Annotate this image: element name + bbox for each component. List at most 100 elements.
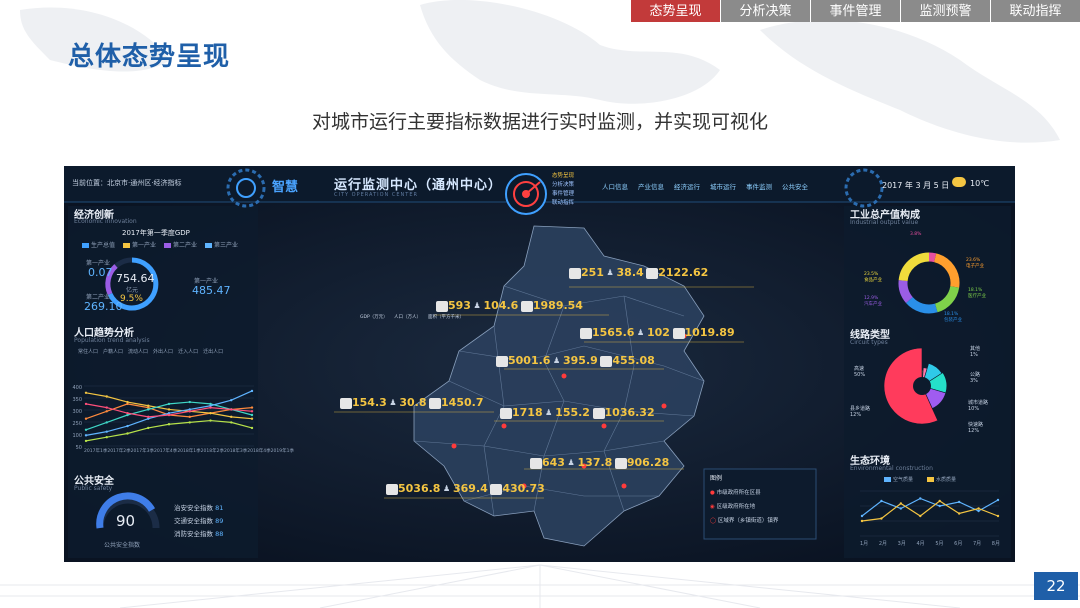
ring-menu-item-events[interactable]: 事件管理 [552, 190, 574, 199]
data-point-1-2 [126, 400, 129, 404]
dashboard-title: 运行监测中心（通州中心） [334, 178, 503, 193]
population-subtitle: Population trend analysis [74, 337, 150, 344]
data-point-1-0 [84, 391, 88, 394]
top-menu-population[interactable]: 人口信息 [602, 181, 628, 191]
y-tick: 50 [75, 445, 82, 451]
person-icon: ♟ [567, 457, 575, 467]
data-point-0-0 [84, 417, 88, 420]
map-legend-item: ● 市级政府所在区县 [710, 490, 761, 496]
industry-label-other: 3.8% [910, 232, 922, 237]
person-icon: ♟ [637, 327, 645, 337]
top-menu-safety[interactable]: 公共安全 [782, 181, 808, 191]
top-menu-events[interactable]: 事件监测 [746, 181, 772, 191]
legend-swatch-icon [82, 243, 89, 248]
x-tick: 2月 [878, 541, 888, 547]
data-point-2-3 [147, 408, 150, 411]
x-tick: 8月 [991, 541, 1000, 547]
data-point-3-2 [126, 424, 129, 428]
nav-tab-situation[interactable]: 态势呈现 [630, 0, 720, 22]
industry-donut-chart [898, 252, 960, 314]
region-stat-2[interactable]: 1565.6 ♟ 102 1019.89 [580, 326, 735, 340]
ring-menu-item-analysis[interactable]: 分析决策 [552, 181, 574, 190]
person-icon: ♟ [553, 355, 561, 365]
area-icon [592, 408, 605, 419]
population-x-axis: 2017年1季 2017年2季 2017年3季 2017年4季 2018年1季 … [84, 448, 294, 454]
region-stat-4[interactable]: 154.3 ♟ 30.8 1450.7 [340, 396, 483, 410]
x-tick: 2017年1季 [84, 449, 108, 454]
region-stat-5[interactable]: 1718 ♟ 155.2 1036.32 [500, 406, 655, 420]
data-point-0-6 [977, 509, 980, 513]
safety-subtitle: Public safety [74, 485, 113, 492]
population-line-chart [84, 389, 254, 443]
ecology-legend: 空气质量 水质质量 [884, 476, 956, 483]
safety-score: 90 [116, 512, 136, 530]
ring-menu: 态势呈现 分析决策 事件管理 联动指挥 [552, 172, 574, 208]
data-point-5-6 [209, 419, 212, 422]
map-legend: ● 市级政府所在区县 ◉ 区级政府所在地 ◯ 区域界（乡镇街道）镇界 [710, 486, 778, 528]
donut-slice-0 [928, 252, 937, 263]
x-tick: 2018年4季 [247, 449, 271, 454]
data-point-1-8 [250, 417, 254, 420]
data-point-2-1 [105, 421, 108, 424]
donut-slice-1 [933, 253, 960, 288]
data-point-4-1 [105, 406, 108, 409]
data-point-3-8 [250, 389, 254, 393]
data-point-1-7 [230, 415, 233, 419]
region-stat-7[interactable]: 5036.8 ♟ 369.4 430.73 [386, 482, 545, 496]
region-stat-0[interactable]: 251 ♟ 38.4 2122.62 [569, 266, 708, 280]
data-point-1-6 [977, 507, 980, 510]
x-tick: 2017年3季 [130, 449, 154, 454]
map-area-label: 面积（平方千米） [428, 315, 464, 320]
industry-label-medical: 18.1% 医疗产业 [968, 288, 986, 299]
gdp-legend-secondary: 第二产业 [164, 240, 197, 249]
x-tick: 3月 [897, 541, 906, 547]
gdp-legend-primary: 第一产业 [123, 240, 156, 249]
slide-subtitle: 对城市运行主要指标数据进行实时监测，并实现可视化 [311, 111, 768, 133]
ring-menu-item-command[interactable]: 联动指挥 [552, 199, 574, 208]
area-icon [614, 458, 627, 469]
data-point-5-0 [84, 439, 88, 443]
gdp-growth: 9.5% [120, 294, 143, 304]
data-point-5-5 [188, 421, 191, 424]
person-icon: ♟ [443, 483, 451, 493]
roads-label-express: 快速路 12% [968, 422, 984, 434]
donut-slice-4 [898, 280, 913, 304]
data-point-0-7 [996, 498, 1000, 502]
person-icon: ♟ [606, 267, 614, 277]
nav-tab-analysis[interactable]: 分析决策 [720, 0, 810, 22]
header-prefix: 智慧 [272, 180, 299, 195]
gdp-icon [569, 268, 581, 279]
region-stat-6[interactable]: 643 ♟ 137.8 906.28 [530, 456, 669, 470]
region-stat-1[interactable]: 593 ♟ 104.6 1989.54 [436, 299, 583, 313]
ring-menu-item-situation[interactable]: 态势呈现 [552, 172, 574, 181]
top-menu-economy[interactable]: 经济运行 [674, 181, 700, 191]
population-legend-item: 户籍人口 [103, 349, 124, 355]
nav-tab-command[interactable]: 联动指挥 [990, 0, 1080, 22]
nav-tab-events[interactable]: 事件管理 [810, 0, 900, 22]
ecology-line-chart [860, 497, 1000, 523]
top-menu-industry[interactable]: 产业信息 [638, 181, 664, 191]
legend-swatch-icon [884, 477, 891, 482]
x-tick: 2019年1季 [270, 449, 294, 454]
x-tick: 2018年1季 [177, 449, 201, 454]
y-tick: 300 [72, 409, 82, 415]
y-tick: 350 [72, 397, 82, 403]
temperature: 10℃ [970, 179, 990, 188]
gdp-total-unit: 亿元 [126, 287, 139, 294]
ecology-x-axis: 1月 2月 3月 4月 5月 6月 7月 8月 [860, 540, 1000, 547]
data-point-0-0 [860, 514, 864, 518]
donut-slice-2 [934, 285, 960, 313]
safety-index-item: 治安安全指数 81 [174, 504, 224, 512]
region-stat-3[interactable]: 5001.6 ♟ 395.9 455.08 [496, 354, 655, 368]
nav-tab-warning[interactable]: 监测预警 [900, 0, 990, 22]
roads-label-other: 其他 1% [970, 346, 981, 358]
data-point-3-1 [105, 430, 108, 433]
area-icon [429, 398, 442, 409]
gdp-total-value: 754.64 [116, 272, 155, 285]
top-menu-city[interactable]: 城市运行 [710, 181, 736, 191]
donut-slice-3 [905, 296, 938, 314]
roads-rose-chart [883, 347, 948, 425]
weather-icon [952, 177, 966, 187]
x-tick: 6月 [954, 541, 963, 547]
data-point-0-5 [188, 415, 191, 419]
